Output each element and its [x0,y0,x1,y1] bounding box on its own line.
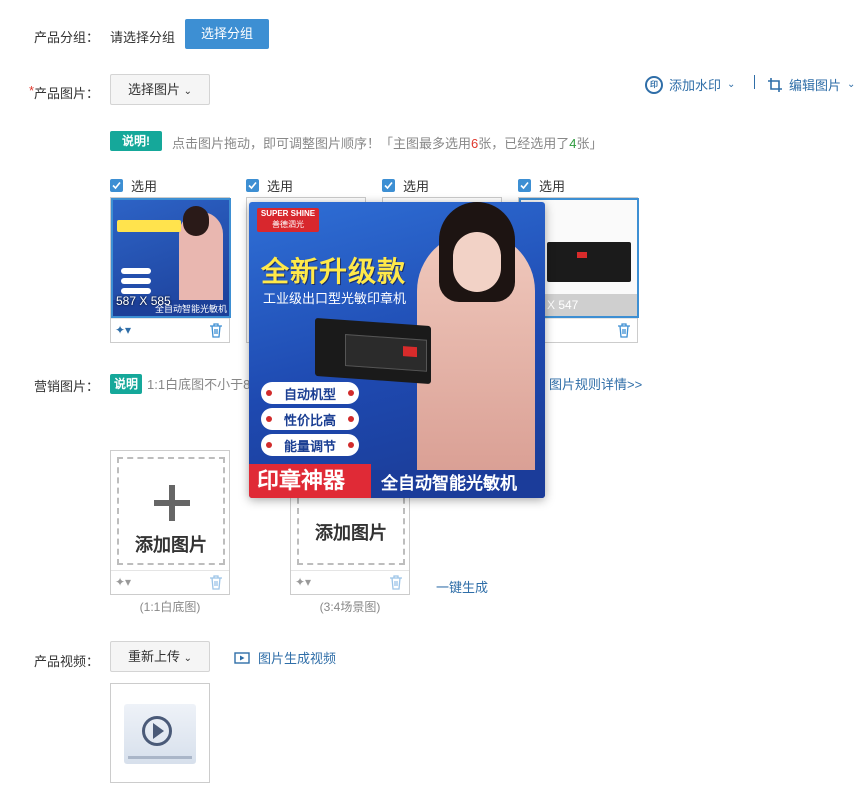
thumb-toolbar: ✦▾ [111,318,229,343]
brand-logo: SUPER SHINE 善德泗光 [257,208,319,232]
feature-pill-1: 自动机型 [261,382,359,404]
add-watermark-label: 添加水印 [669,78,722,93]
feature-pill-3: 能量调节 [261,434,359,456]
banner-caption: 全自动智能光敏机 [154,304,227,314]
add-watermark-button[interactable]: 印 添加水印 ⌄ [645,75,735,94]
product-image: 587 X 585 全自动智能光敏机 [111,198,231,318]
machine-shape [315,317,431,385]
feature-label: 能量调节 [283,438,336,454]
chevron-down-icon: ⌄ [847,79,856,90]
trash-icon[interactable] [209,575,223,590]
machine-shape [547,242,631,282]
feature-label: 性价比高 [283,412,336,428]
checkbox-check-icon [382,179,395,192]
video-thumbnail[interactable] [110,683,210,783]
feature-pill-2: 性价比高 [261,408,359,430]
thumb-toolbar: ✦▾ [291,570,409,595]
banner-left: 印章神器 [249,464,371,498]
add-image-label: 添加图片 [315,523,387,543]
chevron-down-icon: ⌄ [183,653,193,664]
select-group-button[interactable]: 选择分组 [185,19,269,49]
checkbox-label: 选用 [267,179,294,194]
trash-icon[interactable] [617,323,631,338]
marketing-note: 1:1白底图不小于8 [147,377,251,392]
trash-icon[interactable] [389,575,403,590]
generate-video-button[interactable]: 图片生成视频 [234,648,336,667]
note-text-3: 张」 [576,136,603,151]
note-badge: 说明! [110,131,162,151]
select-image-label: 选择图片 [127,82,180,97]
subhead: 工业级出口型光敏印章机 [263,291,407,306]
chevron-down-icon: ⌄ [183,86,193,97]
add-image-card-1[interactable]: 添加图片 ✦▾ [110,450,230,595]
image-note: 点击图片拖动，即可调整图片顺序！「主图最多选用6张，已经选用了4张」 [172,133,603,152]
model-face [453,232,501,292]
select-checkbox-2[interactable]: 选用 [246,176,293,195]
reupload-button[interactable]: 重新上传 ⌄ [110,641,210,672]
checkbox-check-icon [518,179,531,192]
checkbox-label: 选用 [131,179,158,194]
chevron-down-icon: ⌄ [727,79,736,90]
edit-image-label: 编辑图片 [789,78,842,93]
edit-image-button[interactable]: 编辑图片 ⌄ [767,75,855,94]
feature-label: 自动机型 [283,386,336,402]
divider [754,75,755,89]
group-value: 请选择分组 [110,30,176,45]
bullet-dot [348,390,354,396]
bullet-dot [348,442,354,448]
machine-light [577,252,587,258]
headline: 全新升级款 [261,256,407,287]
feature-pill [121,278,151,284]
magic-wand-icon[interactable]: ✦▾ [115,323,131,337]
image-rules-link[interactable]: 图片规则详情>> [549,374,642,393]
select-checkbox-1[interactable]: 选用 [110,176,157,195]
bullet-dot [265,442,272,448]
magic-wand-icon[interactable]: ✦▾ [295,575,311,589]
select-checkbox-3[interactable]: 选用 [382,176,429,195]
bullet-dot [348,416,354,422]
checkbox-check-icon [246,179,259,192]
trash-icon[interactable] [209,323,223,338]
caption-scene: (3:4场景图) [319,600,381,614]
brand-sub: 善德泗光 [272,220,304,229]
video-label: 产品视频： [34,654,100,669]
note-text-2: 张，已经选用了 [478,136,570,151]
thumb-toolbar: ✦▾ [111,570,229,595]
image-size: X 547 [547,298,579,312]
select-image-button[interactable]: 选择图片 ⌄ [110,74,210,105]
images-label: 产品图片： [34,86,100,101]
used-count: 4 [569,136,577,151]
bullet-dot [265,390,272,396]
bullet-dot [265,416,272,422]
marketing-note-badge: 说明 [110,374,142,394]
add-image-label: 添加图片 [135,535,207,555]
checkbox-check-icon [110,179,123,192]
one-click-generate-link[interactable]: 一键生成 [436,577,488,596]
group-label: 产品分组： [34,30,100,45]
video-icon [234,651,250,664]
plus-icon [154,485,190,521]
select-checkbox-4[interactable]: 选用 [518,176,565,195]
checkbox-label: 选用 [539,179,566,194]
magic-wand-icon[interactable]: ✦▾ [115,575,131,589]
crop-icon [768,77,782,92]
image-preview-popup: SUPER SHINE 善德泗光 全新升级款 工业级出口型光敏印章机 自动机型 … [249,202,545,498]
add-image-area[interactable]: 添加图片 [117,457,225,565]
feature-pill [121,268,151,274]
reupload-label: 重新上传 [127,649,180,664]
video-player-icon [124,704,196,764]
banner-right: 全自动智能光敏机 [371,470,545,498]
watermark-icon: 印 [645,75,663,94]
model-hair [183,206,209,236]
marketing-label: 营销图片： [34,379,100,394]
brand-name: SUPER SHINE [260,209,316,218]
note-text-1: 点击图片拖动，即可调整图片顺序！「主图最多选用 [172,136,472,151]
checkbox-label: 选用 [403,179,430,194]
generate-video-label: 图片生成视频 [258,651,337,666]
image-thumb-1[interactable]: 587 X 585 全自动智能光敏机 ✦▾ [110,197,231,343]
headline-strip [117,220,181,232]
caption-square: (1:1白底图) [139,600,201,614]
